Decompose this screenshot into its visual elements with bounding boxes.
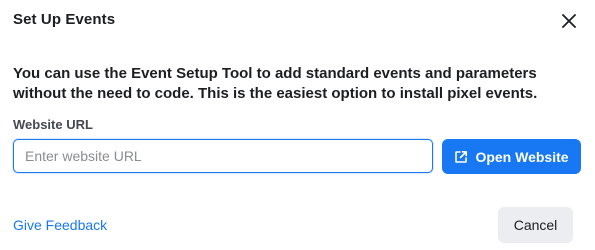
- dialog-description: You can use the Event Setup Tool to add …: [13, 65, 538, 102]
- set-up-events-dialog: Set Up Events You can use the Event Setu…: [0, 0, 595, 250]
- website-url-input[interactable]: [13, 139, 433, 173]
- dialog-title: Set Up Events: [13, 11, 116, 28]
- open-website-button[interactable]: Open Website: [442, 139, 581, 174]
- close-button[interactable]: [557, 9, 581, 33]
- open-website-label: Open Website: [475, 148, 569, 165]
- website-url-label: Website URL: [13, 117, 93, 132]
- external-link-icon: [454, 150, 468, 164]
- header-divider: [0, 42, 595, 43]
- cancel-button[interactable]: Cancel: [498, 207, 573, 243]
- close-icon: [562, 14, 576, 28]
- give-feedback-link[interactable]: Give Feedback: [13, 217, 107, 233]
